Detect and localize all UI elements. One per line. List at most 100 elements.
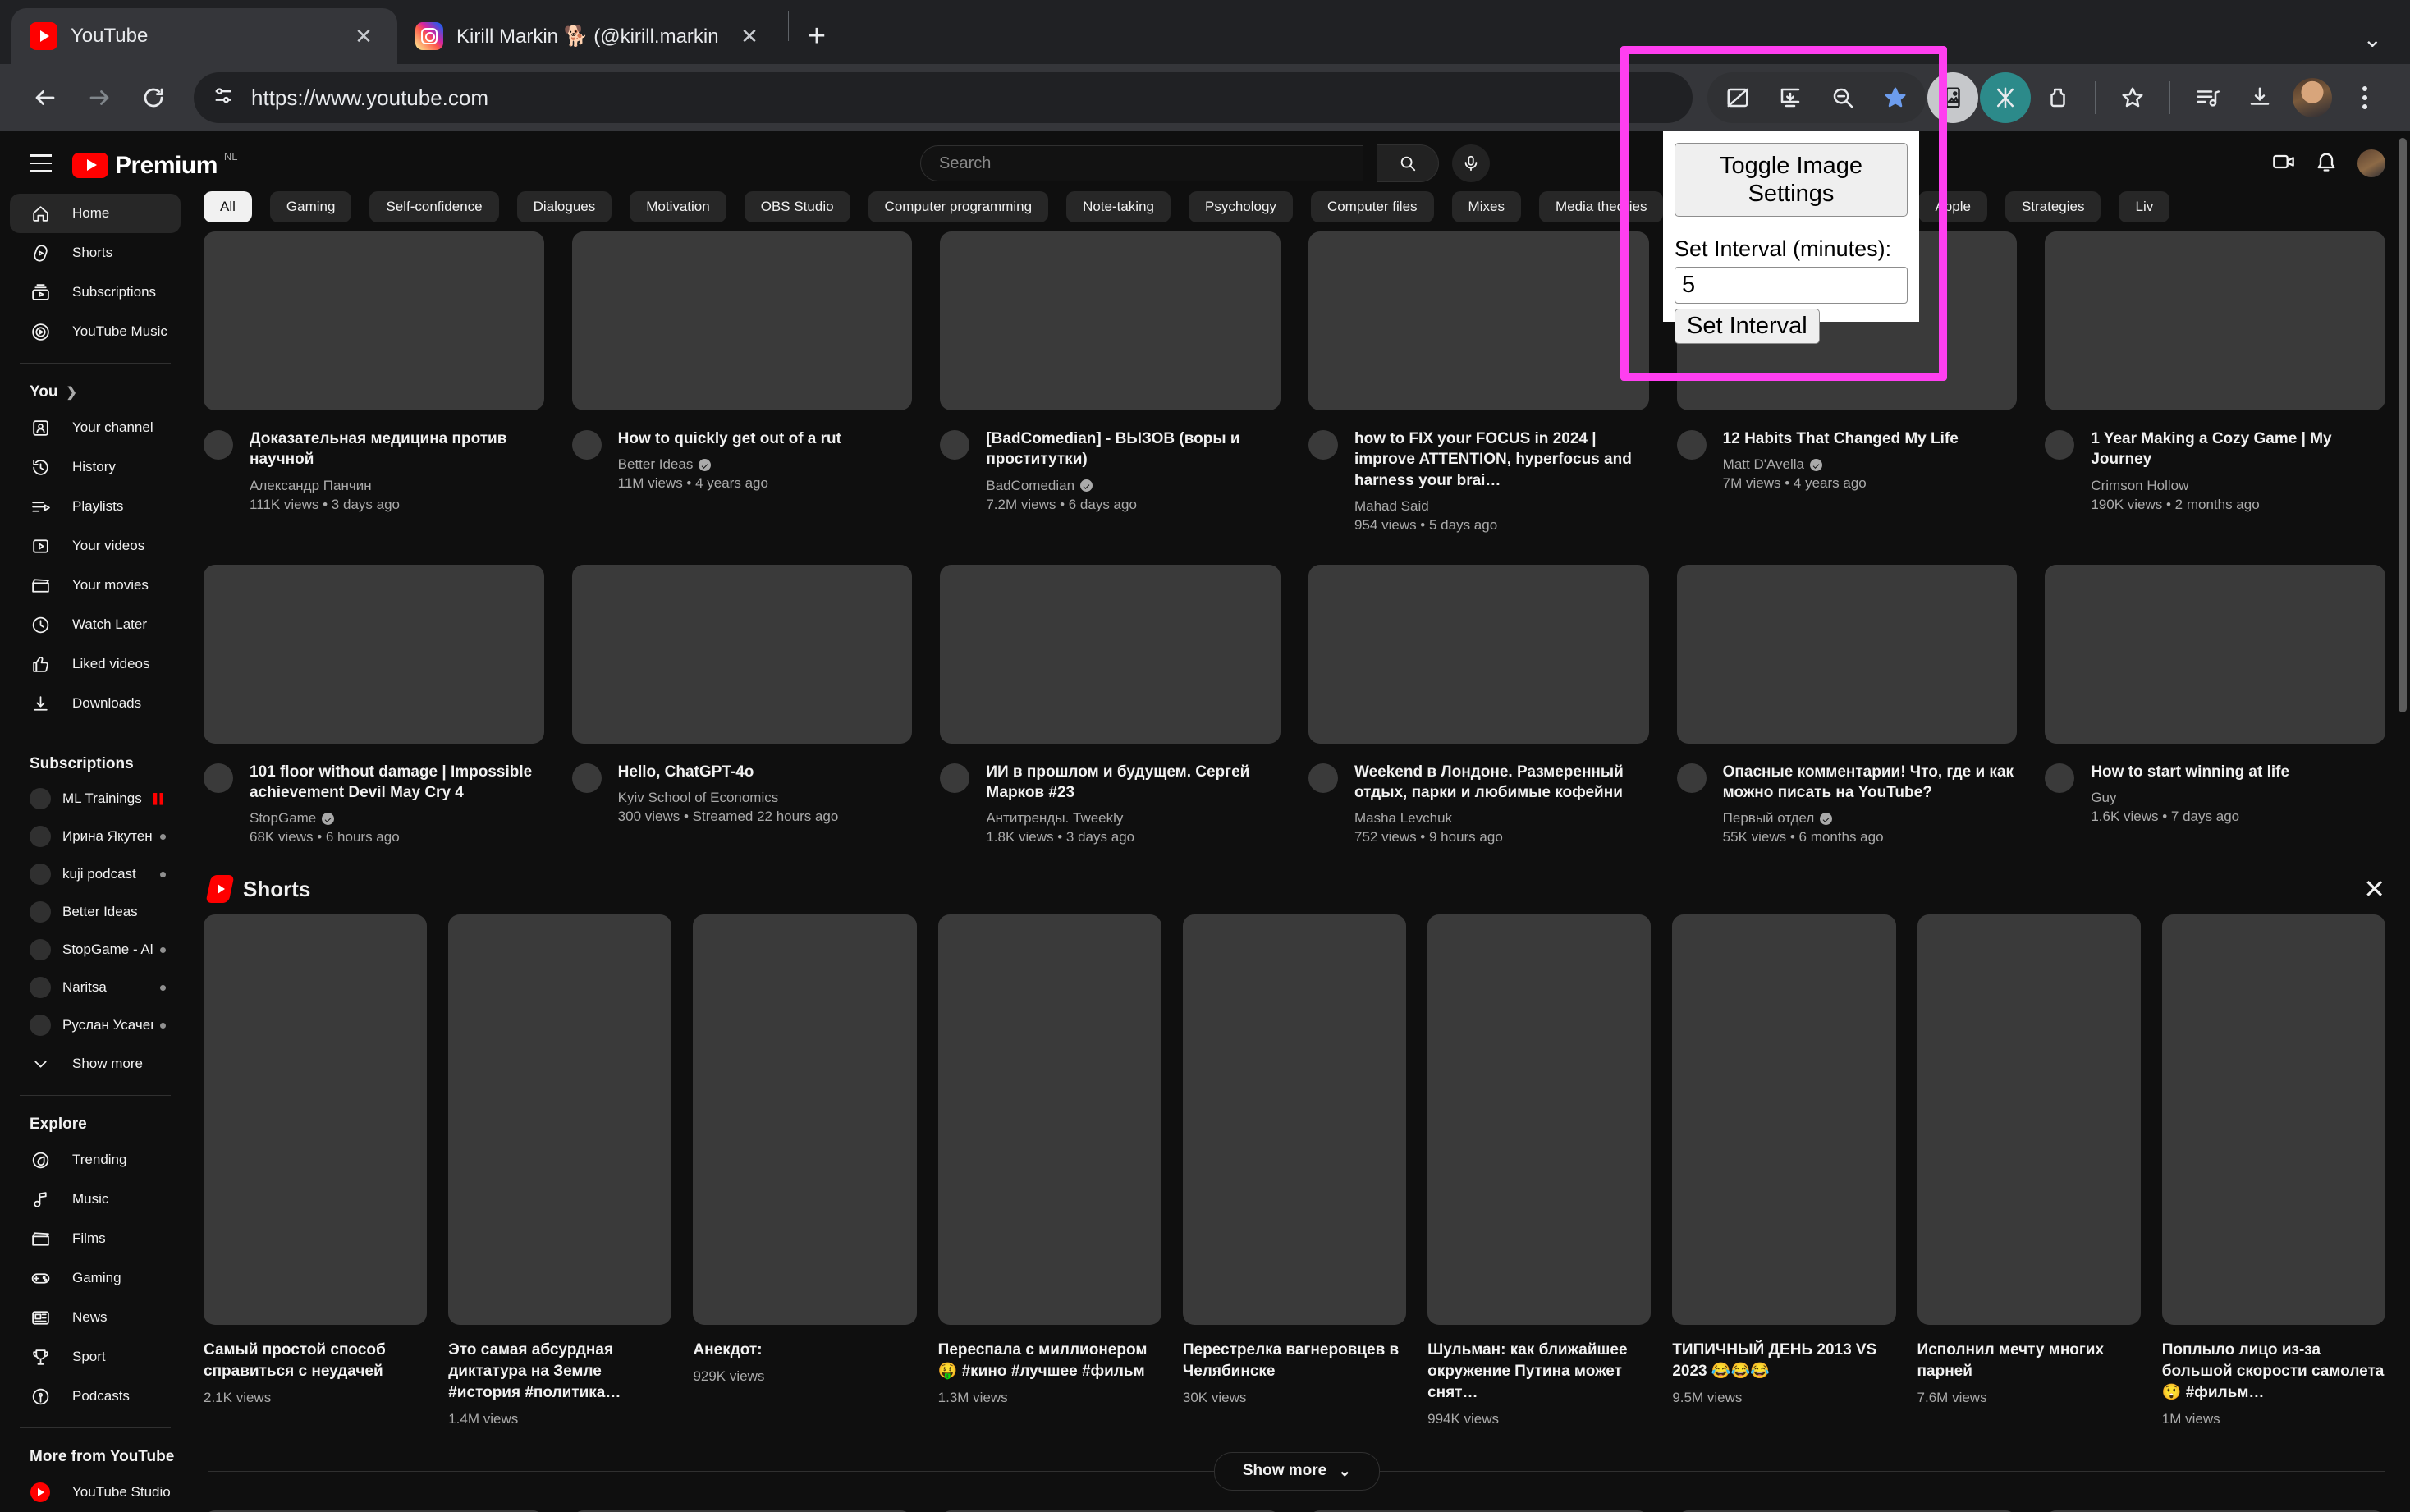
shorts-thumbnail[interactable] bbox=[1183, 914, 1406, 1325]
show-more-button[interactable]: Show more ⌄ bbox=[1214, 1452, 1380, 1491]
profile-avatar[interactable] bbox=[2287, 72, 2338, 123]
address-bar[interactable]: https://www.youtube.com bbox=[194, 72, 1693, 123]
bell-icon[interactable] bbox=[2315, 150, 2338, 177]
set-interval-button[interactable]: Set Interval bbox=[1675, 309, 1820, 344]
video-thumbnail[interactable] bbox=[1308, 231, 1649, 410]
shorts-thumbnail[interactable] bbox=[2162, 914, 2385, 1325]
chip-live[interactable]: Liv bbox=[2119, 191, 2169, 222]
shorts-card[interactable]: Поплыло лицо из-за большой скорости само… bbox=[2162, 914, 2385, 1427]
video-thumbnail[interactable] bbox=[572, 565, 913, 744]
video-thumbnail[interactable] bbox=[1308, 565, 1649, 744]
sidebar-item-downloads[interactable]: Downloads bbox=[10, 684, 181, 723]
shorts-thumbnail[interactable] bbox=[693, 914, 916, 1325]
search-button[interactable] bbox=[1377, 144, 1439, 182]
chip-strategies[interactable]: Strategies bbox=[2005, 191, 2101, 222]
scrollbar-thumb[interactable] bbox=[2399, 138, 2407, 712]
video-card[interactable]: [BadComedian] - ВЫЗОВ (воры и проститутк… bbox=[940, 231, 1281, 548]
video-thumbnail[interactable] bbox=[2045, 565, 2385, 744]
search-box[interactable] bbox=[920, 145, 1363, 181]
hamburger-menu-icon[interactable] bbox=[18, 140, 64, 186]
shorts-card[interactable]: Переспала с миллионером🤑 #кино #лучшее #… bbox=[938, 914, 1161, 1427]
video-card[interactable]: Доказательная медицина против научной Ал… bbox=[204, 231, 544, 548]
microphone-icon[interactable] bbox=[1452, 144, 1490, 182]
sidebar-item-show-more[interactable]: Show more bbox=[10, 1044, 181, 1084]
video-card[interactable]: how to FIX your FOCUS in 2024 | improve … bbox=[1308, 231, 1649, 548]
shorts-card[interactable]: ТИПИЧНЫЙ ДЕНЬ 2013 VS 2023 😂😂😂 9.5M view… bbox=[1672, 914, 1895, 1427]
site-settings-icon[interactable] bbox=[212, 85, 235, 112]
video-card[interactable]: How to start winning at life Guy 1.6K vi… bbox=[2045, 565, 2385, 861]
sidebar-item-your-videos[interactable]: Your videos bbox=[10, 526, 181, 566]
sidebar-item-sport[interactable]: Sport bbox=[10, 1337, 181, 1377]
clipboard-extension-icon[interactable] bbox=[2032, 72, 2083, 123]
downloads-icon[interactable] bbox=[2234, 72, 2285, 123]
shorts-thumbnail[interactable] bbox=[448, 914, 671, 1325]
sidebar-item-liked-videos[interactable]: Liked videos bbox=[10, 644, 181, 684]
bookmark-star-outline-icon[interactable] bbox=[2107, 72, 2158, 123]
video-thumbnail[interactable] bbox=[940, 565, 1281, 744]
tab-search-chevron-down-icon[interactable]: ⌄ bbox=[2363, 25, 2382, 53]
video-thumbnail[interactable] bbox=[940, 231, 1281, 410]
chip-apple[interactable]: Apple bbox=[1918, 191, 1986, 222]
sidebar-item-youtube-studio[interactable]: YouTube Studio bbox=[10, 1473, 181, 1510]
sidebar-item-history[interactable]: History bbox=[10, 447, 181, 487]
video-thumbnail[interactable] bbox=[204, 231, 544, 410]
chip-motivation[interactable]: Motivation bbox=[630, 191, 726, 222]
tab-close-icon[interactable]: ✕ bbox=[348, 21, 379, 52]
video-card[interactable]: 101 floor without damage | Impossible ac… bbox=[204, 565, 544, 861]
video-thumbnail[interactable] bbox=[2045, 231, 2385, 410]
account-avatar[interactable] bbox=[2357, 149, 2385, 177]
sidebar-item-music[interactable]: Music bbox=[10, 1180, 181, 1219]
chip-obs-studio[interactable]: OBS Studio bbox=[745, 191, 850, 222]
video-thumbnail[interactable] bbox=[1677, 565, 2018, 744]
sidebar-item-subscriptions[interactable]: Subscriptions bbox=[10, 273, 181, 312]
shorts-thumbnail[interactable] bbox=[204, 914, 427, 1325]
chip-mixes[interactable]: Mixes bbox=[1452, 191, 1521, 222]
create-video-icon[interactable] bbox=[2272, 150, 2295, 177]
sidebar-item-news[interactable]: News bbox=[10, 1298, 181, 1337]
chip-computer-programming[interactable]: Computer programming bbox=[868, 191, 1049, 222]
sidebar-item-subscription[interactable]: Ирина Якутенко bbox=[10, 818, 181, 855]
chip-computer-files[interactable]: Computer files bbox=[1311, 191, 1434, 222]
sidebar-item-films[interactable]: Films bbox=[10, 1219, 181, 1258]
shorts-card[interactable]: Исполнил мечту многих парней 7.6M views bbox=[1917, 914, 2141, 1427]
teal-extension-icon[interactable] bbox=[1980, 72, 2031, 123]
playlist-icon[interactable] bbox=[2182, 72, 2233, 123]
bookmark-star-filled-icon[interactable] bbox=[1870, 72, 1921, 123]
sidebar-item-shorts[interactable]: Shorts bbox=[10, 233, 181, 273]
sidebar-item-podcasts[interactable]: Podcasts bbox=[10, 1377, 181, 1416]
chip-note-taking[interactable]: Note-taking bbox=[1066, 191, 1171, 222]
video-card[interactable]: 1 Year Making a Cozy Game | My Journey C… bbox=[2045, 231, 2385, 548]
tab-instagram[interactable]: Kirill Markin 🐕 (@kirill.markin ✕ bbox=[397, 8, 783, 64]
video-thumbnail[interactable] bbox=[204, 565, 544, 744]
interval-input[interactable] bbox=[1675, 267, 1908, 304]
chip-dialogues[interactable]: Dialogues bbox=[517, 191, 612, 222]
sidebar-item-watch-later[interactable]: Watch Later bbox=[10, 605, 181, 644]
sidebar-item-home[interactable]: Home bbox=[10, 194, 181, 233]
sidebar-item-your-movies[interactable]: Your movies bbox=[10, 566, 181, 605]
shorts-card[interactable]: Самый простой способ справиться с неудач… bbox=[204, 914, 427, 1427]
sidebar-item-youtube-music[interactable]: YouTube Music bbox=[10, 312, 181, 351]
chip-media-theories[interactable]: Media theories bbox=[1539, 191, 1664, 222]
sidebar-section-you[interactable]: You ❯ bbox=[0, 375, 190, 408]
chip-all[interactable]: All bbox=[204, 191, 252, 222]
chip-psychology[interactable]: Psychology bbox=[1189, 191, 1293, 222]
video-thumbnail[interactable] bbox=[572, 231, 913, 410]
reload-icon[interactable] bbox=[128, 72, 179, 123]
image-blocked-icon[interactable] bbox=[1712, 72, 1763, 123]
install-app-icon[interactable] bbox=[1765, 72, 1816, 123]
video-card[interactable]: Hello, ChatGPT-4o Kyiv School of Economi… bbox=[572, 565, 913, 861]
sidebar-item-subscription[interactable]: Naritsa bbox=[10, 969, 181, 1006]
chip-self-confidence[interactable]: Self-confidence bbox=[369, 191, 498, 222]
sidebar-item-playlists[interactable]: Playlists bbox=[10, 487, 181, 526]
shorts-thumbnail[interactable] bbox=[1427, 914, 1651, 1325]
page-scrollbar[interactable] bbox=[2397, 131, 2408, 1512]
sidebar-item-gaming[interactable]: Gaming bbox=[10, 1258, 181, 1298]
shorts-card[interactable]: Анекдот: 929K views bbox=[693, 914, 916, 1427]
back-arrow-icon[interactable] bbox=[20, 72, 71, 123]
shorts-card[interactable]: Шульман: как ближайшее окружение Путина … bbox=[1427, 914, 1651, 1427]
youtube-premium-logo[interactable]: Premium NL bbox=[72, 149, 238, 178]
forward-arrow-icon[interactable] bbox=[74, 72, 125, 123]
close-icon[interactable]: ✕ bbox=[2363, 876, 2385, 902]
video-card[interactable]: Опасные комментарии! Что, где и как можн… bbox=[1677, 565, 2018, 861]
video-card[interactable]: How to quickly get out of a rut Better I… bbox=[572, 231, 913, 548]
